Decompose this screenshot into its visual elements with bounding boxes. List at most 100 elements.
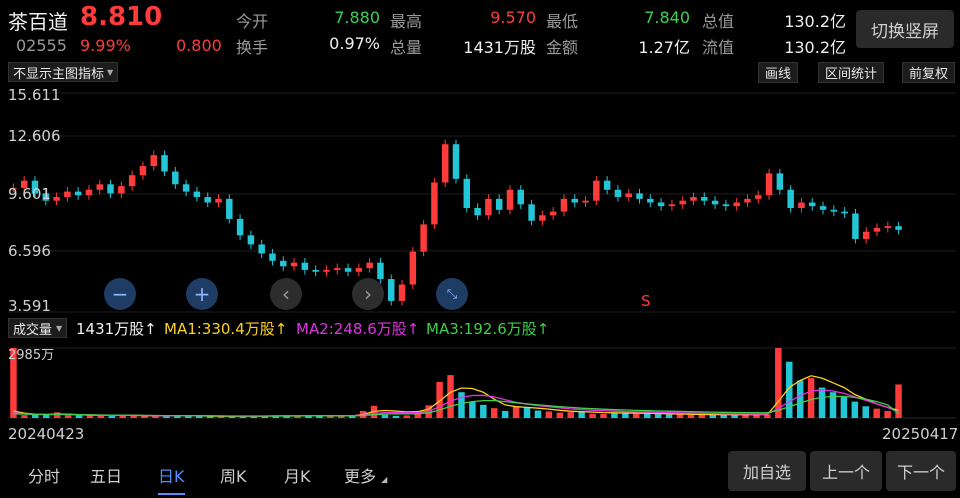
next-button[interactable]: 下一个 bbox=[886, 451, 956, 491]
volume-bar bbox=[86, 415, 94, 418]
volume-bar bbox=[359, 410, 367, 418]
volume-bar bbox=[895, 384, 902, 418]
candle-body bbox=[528, 204, 535, 221]
pan-right-button[interactable]: › bbox=[352, 278, 384, 310]
candle-body bbox=[485, 198, 492, 216]
candle-body bbox=[711, 200, 719, 205]
volume-bar bbox=[480, 404, 487, 418]
volume-bar bbox=[436, 381, 443, 418]
volume-bar bbox=[108, 415, 116, 418]
triangle-icon: ◢ bbox=[381, 475, 388, 484]
candle-body bbox=[539, 215, 546, 221]
candle-body bbox=[571, 198, 578, 203]
zoom-out-button[interactable]: − bbox=[104, 278, 136, 310]
volume-bar bbox=[775, 348, 782, 418]
stock-code: 02555 bbox=[16, 36, 67, 55]
candle-body bbox=[690, 197, 697, 201]
turnover-label: 换手 bbox=[236, 38, 269, 57]
volume-bar bbox=[64, 415, 72, 418]
volume-bar bbox=[545, 411, 553, 418]
candle-body bbox=[280, 260, 287, 267]
start-date-label: 20240423 bbox=[8, 425, 85, 443]
candle-body bbox=[549, 211, 557, 216]
switch-portrait-button[interactable]: 切换竖屏 bbox=[856, 10, 954, 48]
volume-indicator-label: 成交量 bbox=[13, 322, 53, 338]
tab-more[interactable]: 更多 ◢ bbox=[344, 463, 387, 487]
volume-bar bbox=[381, 414, 389, 418]
candle-body bbox=[53, 197, 60, 201]
adjust-button[interactable]: 前复权 bbox=[902, 62, 956, 83]
volume-bar bbox=[228, 416, 236, 418]
volume-bar bbox=[687, 414, 695, 418]
volume-bar bbox=[873, 408, 880, 418]
main-indicator-select[interactable]: 不显示主图指标 ▼ bbox=[8, 62, 119, 82]
change-percent: 9.99% bbox=[80, 36, 131, 55]
volume-bar bbox=[491, 408, 498, 418]
candle-body bbox=[873, 228, 881, 232]
tab-weekly-k[interactable]: 周K bbox=[220, 463, 247, 487]
volume-bar bbox=[676, 414, 684, 418]
volume-bar bbox=[338, 416, 345, 418]
kline-chart[interactable] bbox=[0, 0, 960, 498]
volume-bar bbox=[807, 378, 815, 418]
low-label: 最低 bbox=[546, 12, 579, 31]
zoom-in-button[interactable]: + bbox=[186, 278, 218, 310]
candle-body bbox=[884, 226, 892, 229]
candle-body bbox=[765, 173, 773, 196]
tab-daily-k[interactable]: 日K bbox=[158, 463, 185, 495]
candle-body bbox=[74, 191, 82, 196]
pan-left-button[interactable]: ‹ bbox=[270, 278, 302, 310]
candle-body bbox=[420, 224, 427, 252]
volume-bar bbox=[567, 412, 574, 418]
range-stats-button[interactable]: 区间统计 bbox=[818, 62, 885, 83]
candle-body bbox=[452, 144, 460, 179]
add-watchlist-button[interactable]: 加自选 bbox=[728, 451, 806, 491]
low-value: 7.840 bbox=[644, 8, 690, 27]
volume-bar bbox=[862, 406, 869, 418]
tab-monthly-k[interactable]: 月K bbox=[284, 463, 311, 487]
dropdown-arrow-icon: ▼ bbox=[56, 323, 63, 333]
volume-bar bbox=[447, 375, 454, 418]
candle-body bbox=[636, 193, 643, 199]
tab-five-day[interactable]: 五日 bbox=[90, 463, 122, 487]
candle-body bbox=[809, 202, 816, 207]
volume-bar bbox=[643, 413, 651, 418]
volume-bar bbox=[185, 415, 192, 418]
volume-bar bbox=[75, 414, 83, 418]
candle-body bbox=[668, 204, 676, 207]
candle-body bbox=[182, 184, 190, 192]
candle-body bbox=[463, 178, 471, 208]
volume-bar bbox=[578, 411, 585, 418]
candle-body bbox=[387, 279, 395, 301]
volume-bar bbox=[884, 410, 891, 418]
volume-bar bbox=[414, 410, 421, 418]
candle-body bbox=[344, 268, 352, 272]
candle-body bbox=[193, 191, 201, 198]
total-mv-label: 总值 bbox=[702, 12, 735, 31]
volume-bar bbox=[283, 415, 290, 418]
tab-intraday[interactable]: 分时 bbox=[28, 463, 60, 487]
volume-ma1-line bbox=[13, 375, 899, 418]
draw-line-button[interactable]: 画线 bbox=[758, 62, 799, 83]
candle-body bbox=[787, 189, 794, 208]
previous-button[interactable]: 上一个 bbox=[810, 451, 882, 491]
candle-body bbox=[776, 173, 784, 190]
candle-body bbox=[895, 226, 902, 230]
candle-body bbox=[226, 198, 233, 219]
volume-bar bbox=[239, 416, 247, 418]
candle-body bbox=[323, 269, 330, 272]
volume-indicator-select[interactable]: 成交量 ▼ bbox=[8, 318, 68, 338]
candle-body bbox=[679, 200, 686, 205]
candle-body bbox=[161, 155, 168, 172]
collapse-button[interactable]: ⤡ bbox=[436, 278, 468, 310]
volume-bar bbox=[851, 401, 859, 418]
candle-body bbox=[625, 193, 632, 198]
volume-value: 1431万股 bbox=[463, 38, 536, 57]
volume-bar bbox=[633, 413, 640, 418]
stock-price: 8.810 bbox=[80, 2, 163, 32]
volume-bar bbox=[32, 414, 39, 418]
amount-label: 金额 bbox=[546, 38, 579, 57]
volume-bar bbox=[600, 414, 607, 418]
volume-bar bbox=[512, 406, 520, 418]
volume-bar bbox=[818, 387, 826, 418]
